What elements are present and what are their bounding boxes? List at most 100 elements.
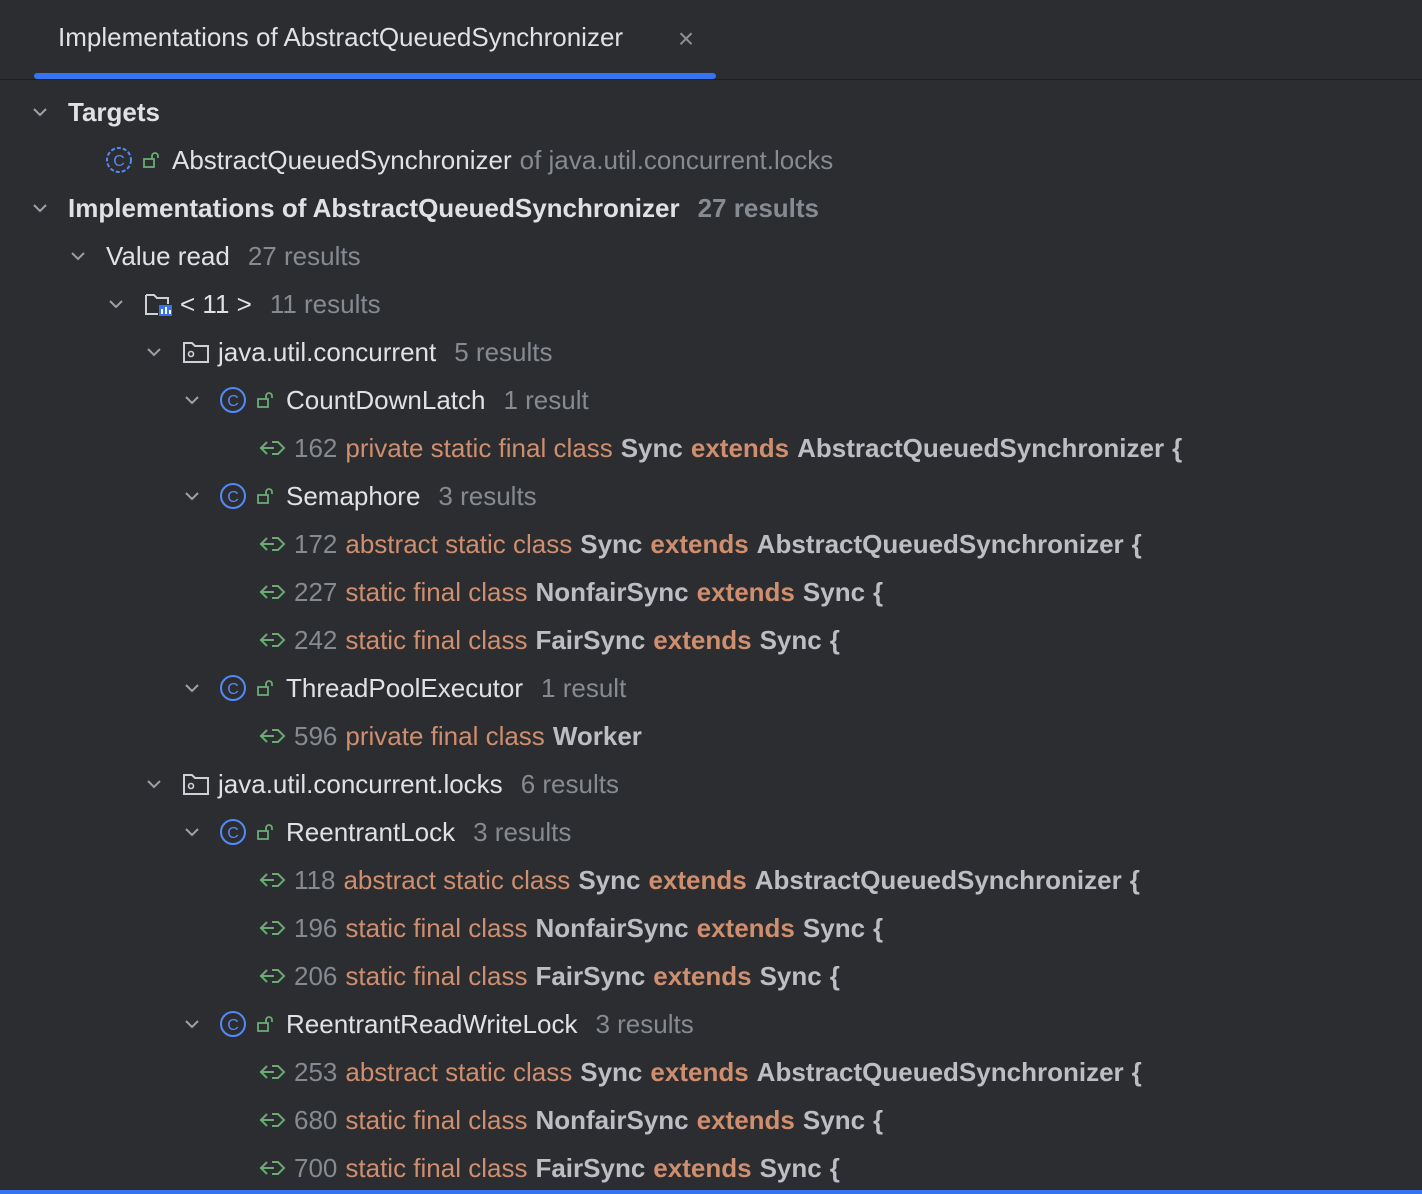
line-modifiers: static final class bbox=[345, 625, 528, 655]
tool-window-tabbar: Implementations of AbstractQueuedSynchro… bbox=[0, 0, 1422, 80]
tree-node-value-read[interactable]: Value read 27 results bbox=[0, 232, 1422, 280]
line-extends-keyword: extends bbox=[653, 1153, 752, 1183]
usage-line[interactable]: 680 static final class NonfairSync exten… bbox=[0, 1096, 1422, 1144]
usage-line[interactable]: 227 static final class NonfairSync exten… bbox=[0, 568, 1422, 616]
line-brace: { bbox=[1131, 1057, 1142, 1087]
chevron-down-icon[interactable] bbox=[106, 294, 126, 314]
public-lock-icon bbox=[257, 488, 273, 504]
line-brace: { bbox=[1131, 529, 1142, 559]
usage-arrow-icon bbox=[259, 921, 286, 935]
line-superclass-name: Sync bbox=[759, 961, 822, 991]
line-class-name: Worker bbox=[552, 721, 642, 751]
usage-line[interactable]: 596 private final class Worker bbox=[0, 712, 1422, 760]
chevron-down-icon[interactable] bbox=[182, 822, 202, 842]
tree-node-class[interactable]: C ThreadPoolExecutor 1 result bbox=[0, 664, 1422, 712]
class-count: 3 results bbox=[438, 481, 537, 511]
line-modifiers: static final class bbox=[345, 961, 528, 991]
line-modifiers: abstract static class bbox=[345, 529, 573, 559]
line-class-name: NonfairSync bbox=[535, 1105, 689, 1135]
line-modifiers: private final class bbox=[345, 721, 545, 751]
tree-node-class[interactable]: C Semaphore 3 results bbox=[0, 472, 1422, 520]
class-name: ReentrantLock bbox=[286, 817, 456, 847]
line-superclass-name: Sync bbox=[759, 1153, 822, 1183]
line-superclass-name: Sync bbox=[759, 625, 822, 655]
line-class-name: Sync bbox=[580, 529, 643, 559]
library-folder-icon bbox=[145, 294, 172, 316]
chevron-down-icon[interactable] bbox=[144, 774, 164, 794]
module-count: 11 results bbox=[269, 289, 381, 319]
public-lock-icon bbox=[143, 152, 159, 168]
class-icon: C bbox=[220, 675, 246, 701]
line-modifiers: abstract static class bbox=[343, 865, 571, 895]
chevron-down-icon[interactable] bbox=[182, 1014, 202, 1034]
usage-line[interactable]: 162 private static final class Sync exte… bbox=[0, 424, 1422, 472]
chevron-down-icon[interactable] bbox=[182, 486, 202, 506]
svg-text:C: C bbox=[227, 489, 239, 506]
chevron-down-icon[interactable] bbox=[68, 246, 88, 266]
chevron-down-icon[interactable] bbox=[182, 390, 202, 410]
package-label: java.util.concurrent bbox=[218, 337, 437, 367]
line-brace: { bbox=[829, 625, 840, 655]
tree-node-targets[interactable]: Targets bbox=[0, 88, 1422, 136]
class-count: 3 results bbox=[473, 817, 572, 847]
usage-line[interactable]: 206 static final class FairSync extends … bbox=[0, 952, 1422, 1000]
line-superclass-name: Sync bbox=[802, 913, 866, 943]
usage-arrow-icon bbox=[259, 585, 286, 599]
usage-arrow-icon bbox=[259, 969, 286, 983]
tree-node-package[interactable]: java.util.concurrent.locks 6 results bbox=[0, 760, 1422, 808]
tree-node-class[interactable]: C CountDownLatch 1 result bbox=[0, 376, 1422, 424]
close-icon[interactable]: × bbox=[674, 24, 698, 54]
usage-arrow-icon bbox=[259, 441, 286, 455]
line-class-name: Sync bbox=[620, 433, 683, 463]
class-count: 1 result bbox=[503, 385, 589, 415]
tree-node-module[interactable]: < 11 > 11 results bbox=[0, 280, 1422, 328]
tree-node-target-class[interactable]: C AbstractQueuedSynchronizer of java.uti… bbox=[0, 136, 1422, 184]
usage-line[interactable]: 172 abstract static class Sync extends A… bbox=[0, 520, 1422, 568]
usage-line[interactable]: 118 abstract static class Sync extends A… bbox=[0, 856, 1422, 904]
usage-line[interactable]: 700 static final class FairSync extends … bbox=[0, 1144, 1422, 1192]
chevron-down-icon[interactable] bbox=[30, 198, 50, 218]
usage-line[interactable]: 242 static final class FairSync extends … bbox=[0, 616, 1422, 664]
line-brace: { bbox=[873, 577, 884, 607]
line-superclass-name: AbstractQueuedSynchronizer bbox=[754, 865, 1122, 895]
usage-arrow-icon bbox=[259, 1065, 286, 1079]
line-number: 596 bbox=[294, 721, 338, 751]
tree-node-package[interactable]: java.util.concurrent 5 results bbox=[0, 328, 1422, 376]
line-extends-keyword: extends bbox=[690, 433, 790, 463]
line-class-name: FairSync bbox=[535, 961, 646, 991]
usage-line[interactable]: 196 static final class NonfairSync exten… bbox=[0, 904, 1422, 952]
package-count: 6 results bbox=[520, 769, 619, 799]
tree-node-class[interactable]: C ReentrantReadWriteLock 3 results bbox=[0, 1000, 1422, 1048]
line-extends-keyword: extends bbox=[648, 865, 747, 895]
tree-node-implementations[interactable]: Implementations of AbstractQueuedSynchro… bbox=[0, 184, 1422, 232]
usage-arrow-icon bbox=[259, 1113, 286, 1127]
line-modifiers: private static final class bbox=[345, 433, 613, 463]
value-read-label: Value read bbox=[106, 241, 230, 271]
tab-implementations[interactable]: Implementations of AbstractQueuedSynchro… bbox=[34, 0, 716, 79]
line-superclass-name: Sync bbox=[802, 1105, 866, 1135]
class-icon: C bbox=[220, 1011, 246, 1037]
line-class-name: Sync bbox=[580, 1057, 643, 1087]
line-number: 227 bbox=[294, 577, 338, 607]
line-class-name: Sync bbox=[578, 865, 641, 895]
usage-line[interactable]: 253 abstract static class Sync extends A… bbox=[0, 1048, 1422, 1096]
usage-arrow-icon bbox=[259, 729, 286, 743]
chevron-down-icon[interactable] bbox=[182, 678, 202, 698]
class-count: 1 result bbox=[541, 673, 627, 703]
tree-node-class[interactable]: C ReentrantLock 3 results bbox=[0, 808, 1422, 856]
line-number: 196 bbox=[294, 913, 338, 943]
usage-arrow-icon bbox=[259, 537, 286, 551]
public-lock-icon bbox=[257, 824, 273, 840]
class-icon: C bbox=[220, 819, 246, 845]
line-modifiers: static final class bbox=[345, 577, 528, 607]
class-icon: C bbox=[220, 387, 246, 413]
chevron-down-icon[interactable] bbox=[30, 102, 50, 122]
line-class-name: NonfairSync bbox=[535, 577, 689, 607]
chevron-down-icon[interactable] bbox=[144, 342, 164, 362]
line-extends-keyword: extends bbox=[696, 1105, 795, 1135]
line-class-name: NonfairSync bbox=[535, 913, 689, 943]
line-number: 253 bbox=[294, 1057, 338, 1087]
svg-text:C: C bbox=[113, 153, 125, 170]
implementations-count: 27 results bbox=[697, 193, 819, 223]
line-number: 680 bbox=[294, 1105, 338, 1135]
